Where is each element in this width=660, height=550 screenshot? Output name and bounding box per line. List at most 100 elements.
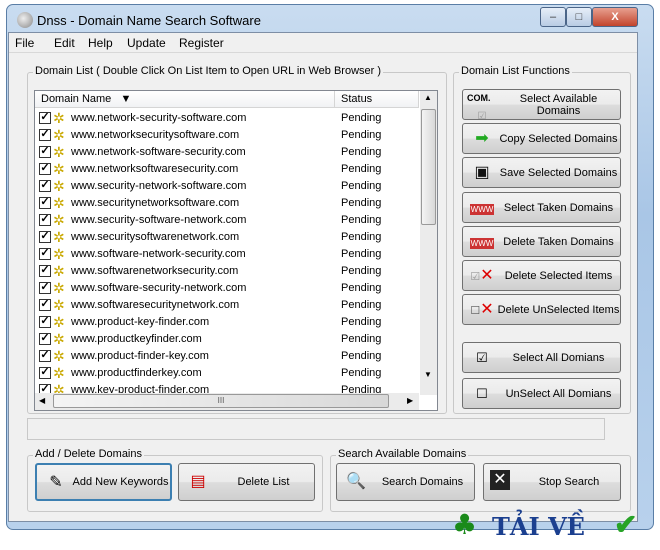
table-row[interactable]: ✓ ✲ www.securitysoftwarenetwork.com Pending xyxy=(35,229,419,246)
domain-status: Pending xyxy=(341,180,382,192)
table-row[interactable]: ✓ ✲ www.productfinderkey.com Pending xyxy=(35,365,419,382)
button-label: UnSelect All Domians xyxy=(505,387,612,400)
domain-status: Pending xyxy=(341,316,382,328)
row-checkbox[interactable]: ✓ xyxy=(39,333,51,345)
search-domains-button[interactable]: 🔍 Search Domains xyxy=(336,463,475,501)
row-checkbox[interactable]: ✓ xyxy=(39,299,51,311)
add-delete-label: Add / Delete Domains xyxy=(33,448,144,460)
table-row[interactable]: ✓ ✲ www.security-software-network.com Pendi… xyxy=(35,212,419,229)
function-button-copy-selected-domains[interactable]: ➡ Copy Selected Domains xyxy=(462,123,621,154)
row-checkbox[interactable]: ✓ xyxy=(39,316,51,328)
table-row[interactable]: ✓ ✲ www.networksecuritysoftware.com Pending xyxy=(35,127,419,144)
table-row[interactable]: ✓ ✲ www.networksoftwaresecurity.com Pending xyxy=(35,161,419,178)
horizontal-scroll-thumb[interactable]: III xyxy=(53,394,389,408)
button-label: Delete Taken Domains xyxy=(503,235,614,248)
scroll-up-icon[interactable]: ▲ xyxy=(424,93,432,102)
gear-icon: ✲ xyxy=(53,110,65,126)
row-checkbox[interactable]: ✓ xyxy=(39,231,51,243)
button-label: Delete Selected Items xyxy=(504,269,613,282)
table-row[interactable]: ✓ ✲ www.securitynetworksoftware.com Pending xyxy=(35,195,419,212)
domain-name: www.networksecuritysoftware.com xyxy=(71,129,240,141)
row-checkbox[interactable]: ✓ xyxy=(39,112,51,124)
table-row[interactable]: ✓ ✲ www.security-network-software.com Pendi… xyxy=(35,178,419,195)
table-row[interactable]: ✓ ✲ www.product-key-finder.com Pending xyxy=(35,314,419,331)
column-domain-name[interactable]: Domain Name ▼ xyxy=(35,91,335,108)
table-row[interactable]: ✓ ✲ www.software-security-network.com Pendi… xyxy=(35,280,419,297)
function-button-delete-selected-items[interactable]: ☑✕ Delete Selected Items xyxy=(462,260,621,291)
table-row[interactable]: ✓ ✲ www.software-network-security.com Pendi… xyxy=(35,246,419,263)
scroll-down-icon[interactable]: ▼ xyxy=(424,370,432,379)
clover-icon: ♣ xyxy=(452,508,478,541)
menu-register[interactable]: Register xyxy=(179,36,224,50)
gear-icon: ✲ xyxy=(53,297,65,313)
domain-name: www.network-software-security.com xyxy=(71,146,246,158)
function-button-unselect-all-domians[interactable]: ☐ UnSelect All Domians xyxy=(462,378,621,409)
row-checkbox[interactable]: ✓ xyxy=(39,214,51,226)
gear-icon: ✲ xyxy=(53,229,65,245)
row-checkbox[interactable]: ✓ xyxy=(39,197,51,209)
gear-icon: ✲ xyxy=(53,178,65,194)
domain-name: www.productfinderkey.com xyxy=(71,367,202,379)
close-button[interactable]: X xyxy=(592,7,638,27)
delete-unselected-icon: ☐✕ xyxy=(470,301,494,318)
table-row[interactable]: ✓ ✲ www.softwaresecuritynetwork.com Pending xyxy=(35,297,419,314)
table-row[interactable]: ✓ ✲ www.network-software-security.com Pendi… xyxy=(35,144,419,161)
add-new-keywords-button[interactable]: ✎ Add New Keywords xyxy=(35,463,172,501)
table-row[interactable]: ✓ ✲ www.softwarenetworksecurity.com Pending xyxy=(35,263,419,280)
button-label: Stop Search xyxy=(538,476,600,488)
function-button-select-taken-domains[interactable]: WWW Select Taken Domains xyxy=(462,192,621,223)
checkbox-checked-icon: ☑ xyxy=(476,350,488,365)
vertical-scrollbar[interactable]: ▲ ▼ xyxy=(420,91,437,395)
menu-file[interactable]: File xyxy=(15,36,34,50)
table-row[interactable]: ✓ ✲ www.product-finder-key.com Pending xyxy=(35,348,419,365)
row-checkbox[interactable]: ✓ xyxy=(39,129,51,141)
check-icon: ✔ xyxy=(614,508,638,541)
domain-status: Pending xyxy=(341,163,382,175)
table-row[interactable]: ✓ ✲ www.productkeyfinder.com Pending xyxy=(35,331,419,348)
domain-status: Pending xyxy=(341,350,382,362)
domain-list[interactable]: Domain Name ▼ Status ✓ ✲ www.network-secur… xyxy=(34,90,438,411)
domain-name: www.productkeyfinder.com xyxy=(71,333,202,345)
status-bar xyxy=(27,418,605,440)
gear-icon: ✲ xyxy=(53,365,65,381)
gear-icon: ✲ xyxy=(53,331,65,347)
row-checkbox[interactable]: ✓ xyxy=(39,163,51,175)
scroll-right-icon[interactable]: ▶ xyxy=(407,396,413,405)
menu-help[interactable]: Help xyxy=(88,36,113,50)
vertical-scroll-thumb[interactable] xyxy=(421,109,436,225)
domain-name: www.network-security-software.com xyxy=(71,112,247,124)
minimize-button[interactable]: – xyxy=(540,7,566,27)
domain-name: www.securitynetworksoftware.com xyxy=(71,197,240,209)
www-select-icon: WWW xyxy=(469,204,495,215)
domain-list-label: Domain List ( Double Click On List Item … xyxy=(33,65,384,77)
function-button-select-all-domians[interactable]: ☑ Select All Domians xyxy=(462,342,621,373)
row-checkbox[interactable]: ✓ xyxy=(39,180,51,192)
floppy-disk-icon: ▣ xyxy=(474,164,490,181)
horizontal-scrollbar[interactable]: ◀ III ▶ xyxy=(35,393,419,410)
delete-list-icon: ▤ xyxy=(190,473,206,490)
row-checkbox[interactable]: ✓ xyxy=(39,282,51,294)
column-status[interactable]: Status xyxy=(335,91,419,108)
domain-status: Pending xyxy=(341,299,382,311)
button-label: Select All Domians xyxy=(512,351,605,364)
row-checkbox[interactable]: ✓ xyxy=(39,146,51,158)
stop-search-button[interactable]: ✕ Stop Search xyxy=(483,463,621,501)
row-checkbox[interactable]: ✓ xyxy=(39,367,51,379)
domain-status: Pending xyxy=(341,231,382,243)
domain-name: www.software-network-security.com xyxy=(71,248,246,260)
function-button-delete-taken-domains[interactable]: WWW Delete Taken Domains xyxy=(462,226,621,257)
function-button-delete-unselected-items[interactable]: ☐✕ Delete UnSelected Items xyxy=(462,294,621,325)
menu-edit[interactable]: Edit xyxy=(54,36,75,50)
row-checkbox[interactable]: ✓ xyxy=(39,350,51,362)
table-row[interactable]: ✓ ✲ www.network-security-software.com Pendi… xyxy=(35,110,419,127)
row-checkbox[interactable]: ✓ xyxy=(39,248,51,260)
function-button-select-available-domains[interactable]: COM. ☑ Select Available Domains xyxy=(462,89,621,122)
maximize-button[interactable]: □ xyxy=(566,7,592,27)
function-button-save-selected-domains[interactable]: ▣ Save Selected Domains xyxy=(462,157,621,188)
watermark-text: TẢI VỀ xyxy=(492,512,585,541)
delete-list-button[interactable]: ▤ Delete List xyxy=(178,463,315,501)
scroll-left-icon[interactable]: ◀ xyxy=(39,396,45,405)
domain-name: www.networksoftwaresecurity.com xyxy=(71,163,239,175)
row-checkbox[interactable]: ✓ xyxy=(39,265,51,277)
menu-update[interactable]: Update xyxy=(127,36,166,50)
